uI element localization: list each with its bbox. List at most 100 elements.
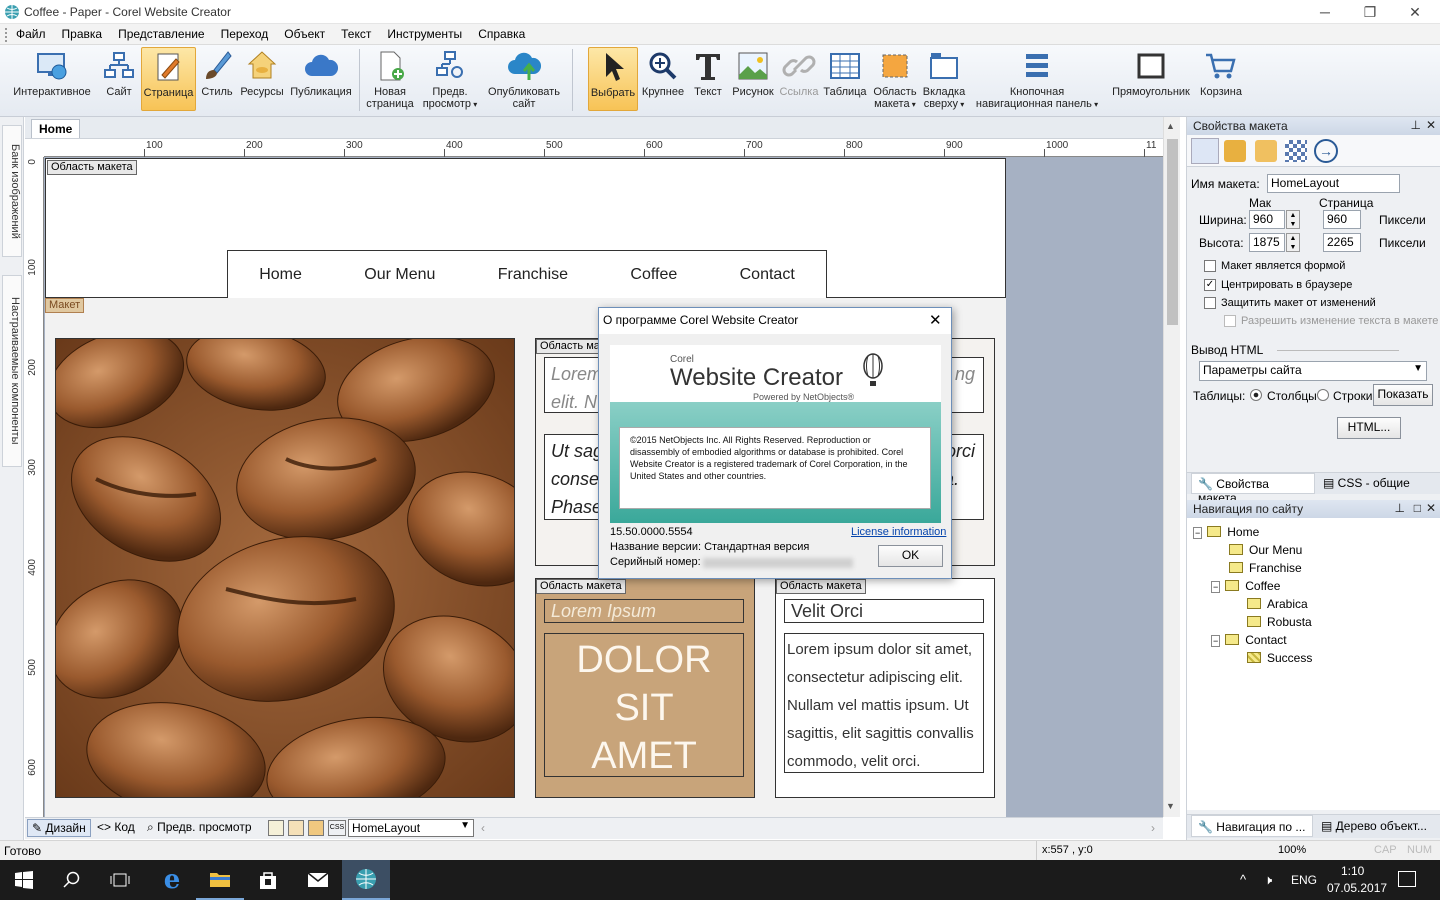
page-button[interactable]: Страница	[141, 47, 196, 111]
cart-button[interactable]: Корзина	[1196, 47, 1246, 111]
height-max-input[interactable]: 1875	[1249, 233, 1285, 252]
tree-item-arabica[interactable]: Arabica	[1247, 597, 1308, 611]
layout-select[interactable]: HomeLayout ▼	[348, 819, 474, 837]
coffee-beans-image[interactable]	[55, 338, 515, 798]
corel-website-creator-button[interactable]	[342, 860, 390, 900]
select-tool-button[interactable]: Выбрать	[588, 47, 638, 111]
table-button[interactable]: Таблица	[822, 47, 868, 111]
scroll-left-icon[interactable]: ‹	[481, 821, 485, 835]
tree-item-success[interactable]: Success	[1247, 651, 1312, 665]
menu-file[interactable]: Файл	[16, 27, 46, 41]
style-props-icon[interactable]	[1255, 140, 1277, 162]
volume-icon[interactable]: 🕨	[1264, 872, 1272, 888]
tab-css-common[interactable]: ▤ CSS - общие	[1319, 476, 1414, 490]
preview-view-button[interactable]: ⌕ Предв. просмотр	[147, 820, 252, 835]
task-view-button[interactable]	[96, 860, 144, 900]
mail-button[interactable]	[294, 860, 342, 900]
layout-area-3[interactable]: Область макета Velit Orci Lorem ipsum do…	[775, 578, 995, 798]
html-button[interactable]: HTML...	[1337, 417, 1401, 439]
height-spinner[interactable]: ▲ ▼	[1286, 233, 1300, 252]
panel-close-icon[interactable]: ✕	[1426, 501, 1436, 515]
scroll-up-icon[interactable]: ▲	[1166, 121, 1175, 131]
ok-button[interactable]: OK	[878, 545, 943, 567]
tree-item-robusta[interactable]: Robusta	[1247, 615, 1312, 629]
assets-button[interactable]: Ресурсы	[238, 47, 286, 111]
menu-text[interactable]: Текст	[341, 27, 371, 41]
nav-bar[interactable]: Home Our Menu Franchise Coffee Contact	[227, 250, 827, 299]
new-page-button[interactable]: Новая страница	[364, 47, 416, 111]
design-view-button[interactable]: ✎ Дизайн	[27, 819, 91, 837]
menu-edit[interactable]: Правка	[62, 27, 103, 41]
pin-icon[interactable]: ⊥	[1411, 118, 1421, 132]
text-box-dolor-sit-amet[interactable]: DOLOR SIT AMET	[544, 633, 744, 777]
arrow-right-icon[interactable]: →	[1314, 139, 1338, 163]
search-taskbar-button[interactable]	[48, 860, 96, 900]
layout-area-button[interactable]: Область макета ▾	[870, 47, 920, 111]
site-button[interactable]: Сайт	[98, 47, 140, 111]
license-link[interactable]: License information	[851, 526, 946, 538]
scroll-down-icon[interactable]: ▼	[1166, 801, 1175, 811]
zoom-button[interactable]: Крупнее	[640, 47, 686, 111]
css-icon[interactable]: CSS	[328, 820, 346, 836]
layout-icon-1[interactable]	[268, 820, 284, 836]
tree-item-franchise[interactable]: Franchise	[1229, 561, 1302, 575]
tab-top-button[interactable]: Вкладка сверху ▾	[920, 47, 968, 111]
publishing-button[interactable]: Публикация	[287, 47, 355, 111]
image-bank-tab[interactable]: Банк изображений	[2, 125, 22, 257]
nav-our-menu[interactable]: Our Menu	[364, 266, 435, 284]
height-page-input[interactable]: 2265	[1323, 233, 1361, 252]
pattern-props-icon[interactable]	[1285, 140, 1307, 162]
pin-icon[interactable]: ⊥	[1395, 501, 1405, 515]
start-button[interactable]	[0, 860, 48, 900]
preview-button[interactable]: Предв. просмотр ▾	[418, 47, 482, 111]
menu-go[interactable]: Переход	[221, 27, 269, 41]
text-tool-button[interactable]: Текст	[688, 47, 728, 111]
panel-close-icon[interactable]: ✕	[1426, 118, 1436, 132]
scroll-right-icon[interactable]: ›	[1151, 821, 1155, 835]
layout-area-2[interactable]: Область макета Lorem Ipsum DOLOR SIT AME…	[535, 578, 755, 798]
maximize-button[interactable]: ❐	[1347, 0, 1393, 24]
text-box-body[interactable]: Lorem ipsum dolor sit amet, consectetur …	[784, 633, 984, 773]
layout-props-icon[interactable]	[1191, 138, 1219, 164]
dialog-close-icon[interactable]: ✕	[929, 311, 942, 329]
nav-home[interactable]: Home	[259, 266, 302, 284]
button-nav-bar-button[interactable]: Кнопочная навигационная панель ▾	[968, 47, 1106, 111]
rows-radio[interactable]	[1317, 389, 1329, 401]
clock-date[interactable]: 07.05.2017	[1327, 881, 1387, 895]
nav-coffee[interactable]: Coffee	[630, 266, 677, 284]
tab-layout-props[interactable]: 🔧 Свойства макета	[1191, 473, 1315, 505]
notifications-icon[interactable]	[1398, 871, 1416, 887]
menu-tools[interactable]: Инструменты	[387, 27, 462, 41]
scroll-thumb[interactable]	[1167, 139, 1178, 325]
menu-object[interactable]: Объект	[284, 27, 325, 41]
menu-view[interactable]: Представление	[118, 27, 205, 41]
center-checkbox[interactable]: ✓	[1204, 279, 1216, 291]
picture-button[interactable]: Рисунок	[730, 47, 776, 111]
rectangle-button[interactable]: Прямоугольник	[1106, 47, 1196, 111]
interactive-button[interactable]: Интерактивное	[8, 47, 96, 111]
language-indicator[interactable]: ENG	[1291, 873, 1317, 887]
link-button[interactable]: Ссылка	[778, 47, 820, 111]
layout-name-input[interactable]: HomeLayout	[1267, 174, 1400, 193]
protect-checkbox[interactable]	[1204, 297, 1216, 309]
tab-home[interactable]: Home	[31, 119, 81, 138]
text-box-lorem-ipsum[interactable]: Lorem Ipsum	[544, 599, 744, 623]
width-spinner[interactable]: ▲ ▼	[1286, 210, 1300, 229]
custom-components-tab[interactable]: Настраиваемые компоненты	[2, 275, 22, 467]
css-props-icon[interactable]	[1224, 140, 1246, 162]
text-box-velit-orci[interactable]: Velit Orci	[784, 599, 984, 623]
layout-icon-3[interactable]	[308, 820, 324, 836]
layout-icon-2[interactable]	[288, 820, 304, 836]
tree-item-contact[interactable]: − Contact	[1211, 633, 1287, 647]
html-output-select[interactable]: Параметры сайта ▼	[1199, 361, 1427, 381]
allow-text-checkbox[interactable]	[1224, 315, 1236, 327]
width-page-input[interactable]: 960	[1323, 210, 1361, 229]
menu-help[interactable]: Справка	[478, 27, 525, 41]
tab-object-tree[interactable]: ▤ Дерево объект...	[1321, 819, 1427, 833]
explorer-button[interactable]	[196, 860, 244, 900]
store-button[interactable]	[244, 860, 292, 900]
minimize-button[interactable]: ─	[1302, 0, 1348, 24]
clock-time[interactable]: 1:10	[1341, 864, 1364, 878]
tree-item-coffee[interactable]: − Coffee	[1211, 579, 1280, 593]
close-button[interactable]: ✕	[1392, 0, 1438, 24]
